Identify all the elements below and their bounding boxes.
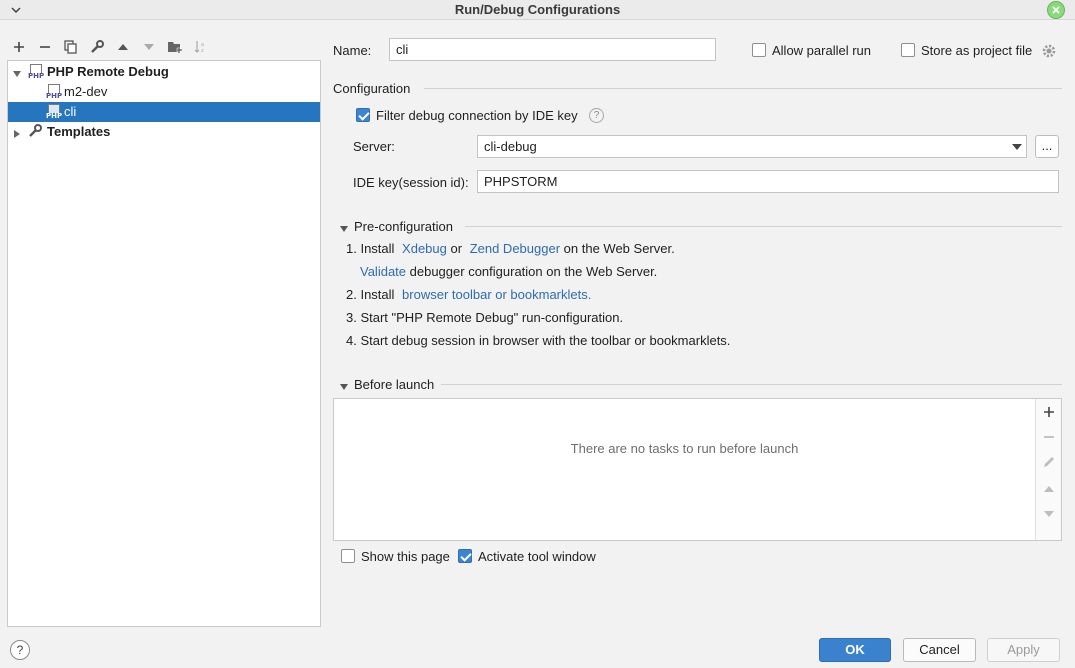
remove-icon[interactable] — [36, 38, 54, 56]
sort-icon[interactable]: az — [192, 38, 210, 56]
ide-key-input[interactable]: PHPSTORM — [477, 170, 1059, 193]
xdebug-link[interactable]: Xdebug — [402, 241, 447, 256]
allow-parallel-label: Allow parallel run — [772, 43, 871, 58]
expanded-arrow-icon[interactable] — [339, 222, 349, 232]
new-folder-icon[interactable] — [166, 38, 184, 56]
configuration-tree: PHP PHP Remote Debug PHP m2-dev PHP cli … — [7, 60, 321, 627]
activate-tool-window-checkbox[interactable] — [458, 549, 472, 563]
activate-tool-window-label: Activate tool window — [478, 549, 596, 564]
step-text: 1. Install — [346, 241, 395, 256]
preconfig-step-4: 4. Start debug session in browser with t… — [346, 333, 731, 348]
expanded-arrow-icon[interactable] — [12, 67, 22, 77]
store-project-label: Store as project file — [921, 43, 1033, 58]
section-divider — [465, 226, 1062, 227]
browser-toolbar-link[interactable]: browser toolbar or bookmarklets. — [402, 287, 591, 302]
preconfig-step-3: 3. Start "PHP Remote Debug" run-configur… — [346, 310, 624, 325]
collapsed-arrow-icon[interactable] — [12, 127, 22, 138]
ide-key-label: IDE key(session id): — [353, 175, 469, 190]
filter-ide-key-label: Filter debug connection by IDE key — [376, 108, 578, 123]
tree-group-label: PHP Remote Debug — [47, 64, 169, 79]
move-task-up-icon[interactable] — [1041, 481, 1057, 497]
browse-servers-button[interactable]: ... — [1035, 135, 1059, 158]
tree-group-templates[interactable]: Templates — [8, 122, 320, 142]
step-text: 2. Install — [346, 287, 395, 302]
show-page-checkbox[interactable] — [341, 549, 355, 563]
filter-ide-key-checkbox[interactable] — [356, 108, 370, 122]
step-text: on the Web Server. — [563, 241, 675, 256]
add-icon[interactable] — [10, 38, 28, 56]
gear-icon[interactable] — [1041, 43, 1057, 59]
ok-button[interactable]: OK — [819, 638, 891, 662]
preconfig-validate-line: Validate debugger configuration on the W… — [360, 264, 657, 279]
server-select[interactable]: cli-debug — [477, 135, 1027, 158]
zend-debugger-link[interactable]: Zend Debugger — [470, 241, 560, 256]
php-file-icon: PHP — [46, 104, 62, 120]
close-icon[interactable] — [1047, 1, 1065, 19]
tree-item-m2-dev[interactable]: PHP m2-dev — [8, 82, 320, 102]
tree-group-label: Templates — [47, 124, 111, 139]
store-project-checkbox[interactable] — [901, 43, 915, 57]
section-divider — [441, 384, 1062, 385]
step-text: debugger configuration on the Web Server… — [409, 264, 658, 279]
apply-button[interactable]: Apply — [987, 638, 1060, 662]
add-task-icon[interactable] — [1041, 404, 1057, 420]
configuration-title: Configuration — [333, 81, 411, 96]
step-text: or — [450, 241, 463, 256]
task-list-toolbar — [1035, 399, 1061, 540]
wrench-icon — [28, 124, 44, 140]
expanded-arrow-icon[interactable] — [339, 380, 349, 390]
tree-item-cli[interactable]: PHP cli — [8, 102, 320, 122]
copy-icon[interactable] — [62, 38, 80, 56]
wrench-icon[interactable] — [88, 38, 106, 56]
title-bar: Run/Debug Configurations — [0, 0, 1075, 20]
tree-item-label: m2-dev — [64, 84, 108, 99]
preconfig-step-2: 2. Install browser toolbar or bookmarkle… — [346, 287, 591, 302]
edit-task-icon[interactable] — [1041, 454, 1057, 470]
name-label: Name: — [333, 43, 372, 58]
validate-link[interactable]: Validate — [360, 264, 406, 279]
before-launch-task-list[interactable]: There are no tasks to run before launch — [333, 398, 1062, 541]
server-label: Server: — [353, 139, 395, 154]
allow-parallel-checkbox[interactable] — [752, 43, 766, 57]
question-icon[interactable]: ? — [589, 108, 604, 123]
section-divider — [424, 88, 1062, 89]
help-button[interactable]: ? — [10, 640, 30, 660]
move-down-icon[interactable] — [140, 38, 158, 56]
remove-task-icon[interactable] — [1041, 429, 1057, 445]
php-file-icon: PHP — [46, 84, 62, 100]
move-up-icon[interactable] — [114, 38, 132, 56]
preconfig-title[interactable]: Pre-configuration — [354, 219, 453, 234]
tree-group-php-remote-debug[interactable]: PHP PHP Remote Debug — [8, 62, 320, 82]
php-remote-debug-icon: PHP — [28, 64, 44, 80]
svg-text:z: z — [201, 48, 204, 54]
show-page-label: Show this page — [361, 549, 450, 564]
chevron-down-icon[interactable] — [1012, 144, 1022, 150]
window-title: Run/Debug Configurations — [454, 2, 621, 17]
name-input[interactable]: cli — [389, 38, 716, 61]
cancel-button[interactable]: Cancel — [903, 638, 976, 662]
preconfig-step-1: 1. Install Xdebug or Zend Debugger on th… — [346, 241, 675, 256]
empty-tasks-message: There are no tasks to run before launch — [570, 441, 799, 456]
tree-item-label: cli — [64, 104, 77, 119]
move-task-down-icon[interactable] — [1041, 506, 1057, 522]
before-launch-title[interactable]: Before launch — [354, 377, 434, 392]
server-selected-value: cli-debug — [484, 139, 537, 154]
